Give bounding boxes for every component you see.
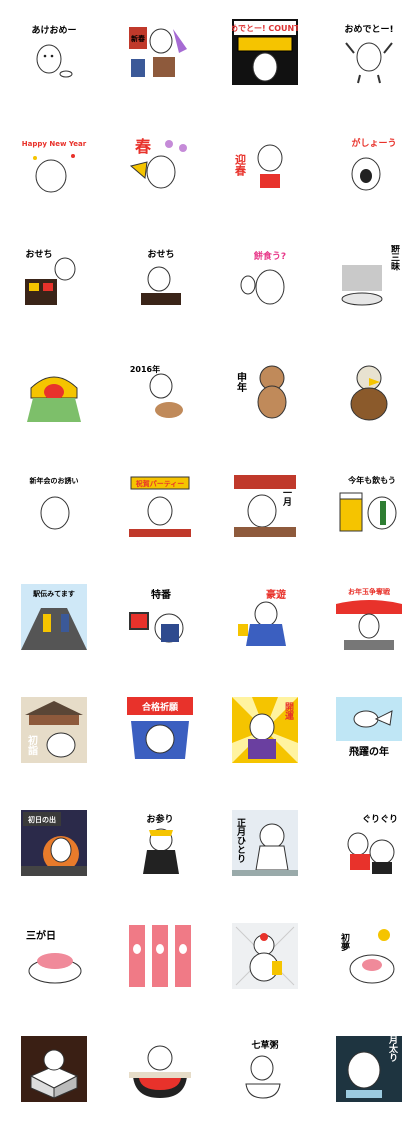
sticker-21[interactable]: 駅伝みてます bbox=[21, 584, 87, 650]
sticker-4[interactable]: おめでとー! bbox=[336, 19, 402, 85]
sticker-17[interactable]: 新年会のお誘い bbox=[21, 471, 87, 537]
sticker-36[interactable]: 初夢 bbox=[336, 923, 402, 989]
sticker-caption: 開運 bbox=[283, 702, 294, 721]
sticker-caption: 豪遊 bbox=[266, 588, 286, 601]
sticker-grid: あけおめー 新春 おめでとー! COUNT:0 おめでとー! bbox=[0, 0, 420, 1121]
sticker-33[interactable]: 三が日 bbox=[21, 923, 87, 989]
sticker-caption: 新年会のお誘い bbox=[30, 476, 79, 485]
sticker-12[interactable]: 餅三昧 bbox=[336, 245, 402, 311]
sticker-19[interactable]: 一月 bbox=[232, 471, 298, 537]
sticker-caption: Happy New Year bbox=[22, 140, 87, 148]
sticker-11[interactable]: 餅食う? bbox=[232, 245, 298, 311]
sticker-5[interactable]: Happy New Year bbox=[21, 132, 87, 198]
sticker-7[interactable]: 迎春 bbox=[232, 132, 298, 198]
sticker-39[interactable]: 七草粥 bbox=[232, 1036, 298, 1102]
sticker-caption: おせち bbox=[147, 249, 174, 260]
sticker-32[interactable]: ぐりぐり bbox=[336, 810, 402, 876]
sticker-caption: 飛躍の年 bbox=[348, 745, 389, 758]
sticker-caption: お年玉争奪戦 bbox=[348, 587, 391, 596]
sticker-caption: 三が日 bbox=[26, 929, 56, 942]
sticker-28[interactable]: 飛躍の年 bbox=[336, 697, 402, 763]
sticker-caption: 申年 bbox=[235, 371, 247, 393]
sticker-40[interactable]: 正月太り bbox=[336, 1036, 402, 1102]
sticker-14[interactable]: 2016年 bbox=[127, 358, 193, 424]
sticker-22[interactable]: 特番 bbox=[127, 584, 193, 650]
sticker-caption: 合格祈願 bbox=[142, 701, 179, 713]
sticker-34[interactable] bbox=[127, 923, 193, 989]
sticker-caption: 今年も飲もう bbox=[347, 475, 396, 485]
sticker-31[interactable]: 正月ひとり bbox=[232, 810, 298, 876]
sticker-caption: 七草粥 bbox=[251, 1039, 278, 1051]
sticker-caption: 初詣 bbox=[26, 734, 38, 756]
sticker-25[interactable]: 初詣 bbox=[21, 697, 87, 763]
sticker-caption: 餅食う? bbox=[253, 250, 286, 262]
sticker-caption: おせち bbox=[25, 249, 52, 260]
sticker-caption: 正月太り bbox=[387, 1036, 399, 1062]
sticker-6[interactable]: 春 bbox=[127, 132, 193, 198]
sticker-caption: おめでとー! COUNT:0 bbox=[232, 24, 298, 33]
sticker-26[interactable]: 合格祈願 bbox=[127, 697, 193, 763]
sticker-24[interactable]: お年玉争奪戦 bbox=[336, 584, 402, 650]
sticker-35[interactable] bbox=[232, 923, 298, 989]
sticker-caption: 駅伝みてます bbox=[33, 589, 75, 598]
sticker-10[interactable]: おせち bbox=[127, 245, 193, 311]
sticker-30[interactable]: お参り bbox=[127, 810, 193, 876]
sticker-3[interactable]: おめでとー! COUNT:0 bbox=[232, 19, 298, 85]
sticker-29[interactable]: 初日の出 bbox=[21, 810, 87, 876]
sticker-caption: 迎春 bbox=[234, 153, 247, 177]
sticker-caption: 正月ひとり bbox=[235, 818, 247, 863]
sticker-18[interactable]: 祝賀パーティー bbox=[127, 471, 193, 537]
sticker-38[interactable] bbox=[127, 1036, 193, 1102]
sticker-16[interactable] bbox=[336, 358, 402, 424]
sticker-15[interactable]: 申年 bbox=[232, 358, 298, 424]
sticker-caption: 新春 bbox=[131, 34, 146, 43]
sticker-caption: 春 bbox=[134, 137, 152, 156]
sticker-caption: がしょーう bbox=[351, 137, 396, 149]
sticker-8[interactable]: がしょーう bbox=[336, 132, 402, 198]
sticker-9[interactable]: おせち bbox=[21, 245, 87, 311]
sticker-caption: 2016年 bbox=[130, 364, 160, 374]
sticker-caption: 祝賀パーティー bbox=[136, 479, 185, 488]
sticker-caption: お参り bbox=[146, 813, 173, 825]
sticker-caption: おめでとー! bbox=[344, 24, 393, 35]
sticker-37[interactable] bbox=[21, 1036, 87, 1102]
sticker-caption: 餅三昧 bbox=[389, 245, 401, 271]
sticker-caption: 一月 bbox=[281, 488, 293, 507]
sticker-caption: 初日の出 bbox=[28, 815, 56, 824]
sticker-2[interactable]: 新春 bbox=[127, 19, 193, 85]
sticker-caption: 初夢 bbox=[339, 932, 350, 952]
sticker-caption: 特番 bbox=[151, 588, 172, 601]
sticker-13[interactable] bbox=[21, 358, 87, 424]
sticker-27[interactable]: 開運 bbox=[232, 697, 298, 763]
sticker-1[interactable]: あけおめー bbox=[21, 19, 87, 85]
sticker-caption: ぐりぐり bbox=[362, 814, 398, 825]
sticker-caption: あけおめー bbox=[31, 25, 76, 36]
sticker-20[interactable]: 今年も飲もう bbox=[336, 471, 402, 537]
sticker-23[interactable]: 豪遊 bbox=[232, 584, 298, 650]
